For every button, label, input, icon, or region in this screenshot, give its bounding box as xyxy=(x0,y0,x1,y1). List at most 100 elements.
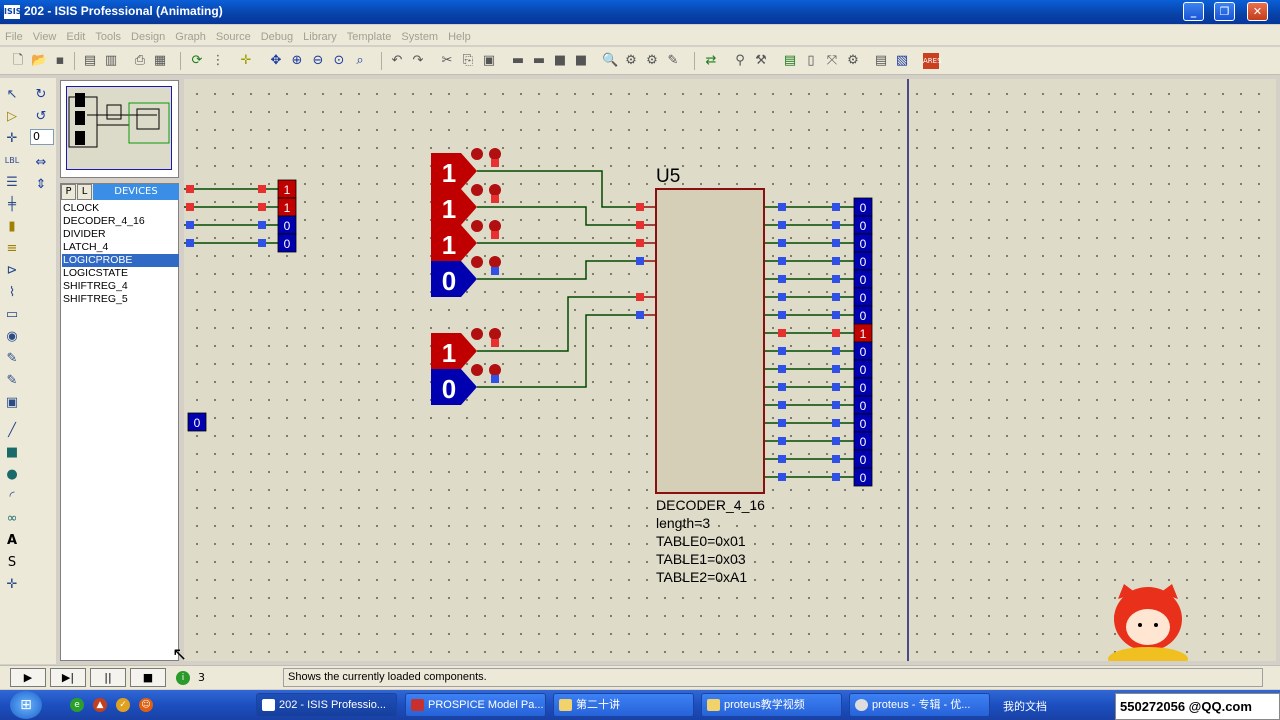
make-device-icon[interactable]: ⚙ xyxy=(623,53,639,69)
tape-recorder-mode-icon[interactable]: ▭ xyxy=(3,306,21,324)
undo-icon[interactable]: ↶ xyxy=(389,53,405,69)
copy-icon[interactable]: ⎘ xyxy=(460,53,476,69)
logic-state-d0-toggle-dot[interactable] xyxy=(471,148,483,160)
print-icon[interactable]: ⎙ xyxy=(132,53,148,69)
pause-button[interactable]: || xyxy=(90,668,126,687)
pan-icon[interactable]: ✥ xyxy=(268,53,284,69)
start-button[interactable]: ⊞ xyxy=(10,691,42,719)
play-button[interactable]: ▶ xyxy=(10,668,46,687)
minimize-button[interactable]: _ xyxy=(1183,2,1204,21)
netlist-icon[interactable]: ▤ xyxy=(873,53,889,69)
import-icon[interactable]: ▤ xyxy=(82,53,98,69)
zoom-all-icon[interactable]: ⊙ xyxy=(331,53,347,69)
text-tool-icon[interactable]: A xyxy=(3,532,21,550)
logic-state-d0[interactable]: 1 xyxy=(431,148,501,189)
search-tag-icon[interactable]: ⚲ xyxy=(732,53,748,69)
block-move-icon[interactable]: ▬ xyxy=(531,53,547,69)
logic-state-en0[interactable]: 1 xyxy=(431,328,501,369)
logic-state-d1-toggle-dot2[interactable] xyxy=(489,184,501,196)
task-folder-videos[interactable]: proteus教学视频 xyxy=(701,693,842,717)
grid-icon[interactable]: ⋮ xyxy=(210,53,226,69)
package-tool-icon[interactable]: ⚙ xyxy=(644,53,660,69)
logic-state-d0-toggle-dot2[interactable] xyxy=(489,148,501,160)
junction-mode-icon[interactable]: ✛ xyxy=(3,130,21,148)
logic-state-en0-toggle-dot[interactable] xyxy=(471,328,483,340)
zoom-area-icon[interactable]: ⌕ xyxy=(352,53,368,69)
flip-vertical-icon[interactable]: ⇕ xyxy=(32,176,50,194)
current-probe-mode-icon[interactable]: ✎ xyxy=(3,372,21,390)
device-item-logicprobe[interactable]: LOGICPROBE xyxy=(62,254,179,267)
print-area-icon[interactable]: ▦ xyxy=(152,53,168,69)
overview-window[interactable] xyxy=(60,80,179,178)
cut-icon[interactable]: ✂ xyxy=(439,53,455,69)
decoder-body[interactable] xyxy=(655,188,765,494)
bus-mode-icon[interactable]: ╪ xyxy=(3,196,21,214)
device-item-shiftreg4[interactable]: SHIFTREG_4 xyxy=(62,280,179,293)
ares-icon[interactable]: ARES xyxy=(923,53,942,69)
task-browser[interactable]: proteus - 专辑 - 优... xyxy=(849,693,990,717)
marker-tool-icon[interactable]: ✛ xyxy=(3,576,21,594)
quicklaunch-app-icon[interactable]: ▲ xyxy=(93,698,107,712)
device-item-logicstate[interactable]: LOGICSTATE xyxy=(62,267,179,280)
logic-state-d2-toggle-dot[interactable] xyxy=(471,220,483,232)
circle-tool-icon[interactable]: ● xyxy=(3,466,21,484)
menu-design[interactable]: Design xyxy=(126,28,170,43)
task-folder-lecture[interactable]: 第二十讲 xyxy=(553,693,694,717)
schematic-canvas[interactable]: D0D1D2D3ENALLQ00Q10Q20Q30Q40Q50Q60Q71Q80… xyxy=(184,79,1276,661)
erc-icon[interactable]: ▧ xyxy=(894,53,910,69)
library-manager-button[interactable]: L xyxy=(77,184,92,200)
wire-label-mode-icon[interactable]: LBL xyxy=(3,152,21,170)
menu-file[interactable]: File xyxy=(0,28,28,43)
quicklaunch-browser-icon[interactable]: e xyxy=(70,698,84,712)
virtual-instrument-mode-icon[interactable]: ▣ xyxy=(3,394,21,412)
decompose-icon[interactable]: ✎ xyxy=(665,53,681,69)
voltage-probe-mode-icon[interactable]: ✎ xyxy=(3,350,21,368)
messages-count[interactable]: 3 Message(s) xyxy=(176,668,271,703)
logic-state-d1[interactable]: 1 xyxy=(431,184,501,225)
logic-state-en1[interactable]: 0 xyxy=(431,364,501,405)
menu-debug[interactable]: Debug xyxy=(256,28,298,43)
close-button[interactable]: ✕ xyxy=(1247,2,1268,21)
graph-mode-icon[interactable]: ⌇ xyxy=(3,284,21,302)
menu-system[interactable]: System xyxy=(396,28,443,43)
task-prospice[interactable]: PROSPICE Model Pa... xyxy=(405,693,546,717)
logic-state-en1-toggle-dot[interactable] xyxy=(471,364,483,376)
device-item-latch[interactable]: LATCH_4 xyxy=(62,241,179,254)
text-script-mode-icon[interactable]: ☰ xyxy=(3,174,21,192)
zoom-out-icon[interactable]: ⊖ xyxy=(310,53,326,69)
zoom-in-icon[interactable]: ⊕ xyxy=(289,53,305,69)
my-documents-toolbar[interactable]: 我的文档 xyxy=(1003,698,1047,714)
step-button[interactable]: ▶| xyxy=(50,668,86,687)
logic-state-d3-toggle-dot[interactable] xyxy=(471,256,483,268)
selection-mode-icon[interactable]: ↖ xyxy=(3,86,21,104)
export-icon[interactable]: ▥ xyxy=(103,53,119,69)
paste-icon[interactable]: ▣ xyxy=(481,53,497,69)
stop-button[interactable]: ■ xyxy=(130,668,166,687)
device-item-divider[interactable]: DIVIDER xyxy=(62,228,179,241)
logic-state-d2-toggle-dot2[interactable] xyxy=(489,220,501,232)
device-item-decoder[interactable]: DECODER_4_16 xyxy=(62,215,179,228)
menu-help[interactable]: Help xyxy=(443,28,476,43)
property-tool-icon[interactable]: ⚒ xyxy=(753,53,769,69)
menu-graph[interactable]: Graph xyxy=(170,28,211,43)
block-delete-icon[interactable]: ■ xyxy=(573,53,589,69)
redraw-icon[interactable]: ⟳ xyxy=(189,53,205,69)
menu-view[interactable]: View xyxy=(28,28,62,43)
logic-state-d3-toggle-dot2[interactable] xyxy=(489,256,501,268)
generator-mode-icon[interactable]: ◉ xyxy=(3,328,21,346)
device-pins-mode-icon[interactable]: ⊳ xyxy=(3,262,21,280)
menu-template[interactable]: Template xyxy=(342,28,397,43)
rotation-angle-input[interactable]: 0 xyxy=(30,129,54,145)
logic-state-d3[interactable]: 0 xyxy=(431,256,501,297)
quicklaunch-player-icon[interactable]: ✓ xyxy=(116,698,130,712)
logic-state-d1-toggle-dot[interactable] xyxy=(471,184,483,196)
rotate-cw-icon[interactable]: ↻ xyxy=(32,86,50,104)
bom-icon[interactable]: ⚙ xyxy=(845,53,861,69)
symbol-tool-icon[interactable]: S xyxy=(3,554,21,572)
line-tool-icon[interactable]: ╱ xyxy=(3,422,21,440)
wire-autoroute-icon[interactable]: ⇄ xyxy=(703,53,719,69)
subcircuit-mode-icon[interactable]: ▮ xyxy=(3,218,21,236)
menu-tools[interactable]: Tools xyxy=(90,28,126,43)
logic-state-en0-toggle-dot2[interactable] xyxy=(489,328,501,340)
restore-button[interactable]: ❐ xyxy=(1214,2,1235,21)
